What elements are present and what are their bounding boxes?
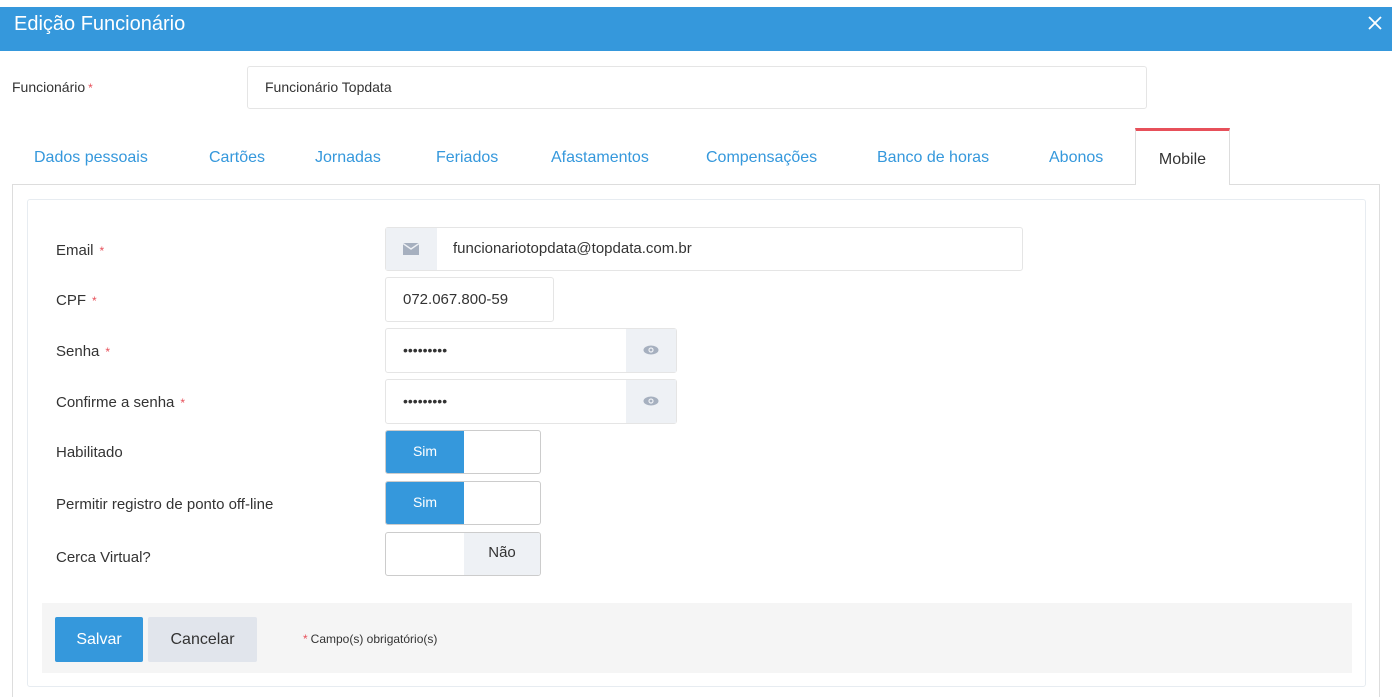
password-input-group: •••••••••: [385, 328, 677, 373]
tab-mobile[interactable]: Mobile: [1135, 128, 1230, 185]
confirm-password-input[interactable]: •••••••••: [403, 380, 447, 423]
tab-banco-de-horas[interactable]: Banco de horas: [877, 128, 989, 185]
modal-title: Edição Funcionário: [14, 13, 186, 35]
password-label: Senha *: [56, 343, 111, 360]
eye-icon[interactable]: [643, 345, 659, 355]
close-icon[interactable]: [1364, 12, 1386, 34]
cpf-input[interactable]: 072.067.800-59: [385, 277, 554, 322]
tab-afastamentos[interactable]: Afastamentos: [551, 128, 649, 185]
tab-abonos[interactable]: Abonos: [1049, 128, 1103, 185]
switch-off-label: Não: [464, 533, 540, 575]
email-label: Email *: [56, 242, 105, 259]
tab-compensacoes[interactable]: Compensações: [706, 128, 817, 185]
employee-field[interactable]: Funcionário Topdata: [247, 66, 1147, 109]
eye-icon[interactable]: [643, 396, 659, 406]
confirm-password-label: Confirme a senha *: [56, 394, 186, 411]
tab-cartoes[interactable]: Cartões: [209, 128, 265, 185]
envelope-icon: [403, 243, 419, 255]
switch-on-label: Sim: [386, 431, 464, 473]
tab-dados-pessoais[interactable]: Dados pessoais: [34, 128, 148, 185]
email-input[interactable]: funcionariotopdata@topdata.com.br: [453, 228, 692, 270]
required-mark: *: [88, 81, 93, 95]
tab-jornadas[interactable]: Jornadas: [315, 128, 381, 185]
confirm-password-toggle[interactable]: [626, 380, 676, 423]
email-addon: [386, 228, 437, 270]
modal-header: Edição Funcionário: [0, 7, 1392, 51]
save-button[interactable]: Salvar: [55, 617, 143, 662]
enabled-switch[interactable]: Sim: [385, 430, 541, 474]
password-toggle[interactable]: [626, 329, 676, 372]
offline-label: Permitir registro de ponto off-line: [56, 496, 274, 513]
switch-on-label: Sim: [386, 482, 464, 524]
employee-label: Funcionário *: [12, 79, 93, 95]
required-note: * Campo(s) obrigatório(s): [303, 632, 438, 646]
geofence-label: Cerca Virtual?: [56, 549, 151, 566]
enabled-label: Habilitado: [56, 444, 123, 461]
cancel-button[interactable]: Cancelar: [148, 617, 257, 662]
form-actions: Salvar Cancelar * Campo(s) obrigatório(s): [42, 603, 1352, 673]
password-input[interactable]: •••••••••: [403, 329, 447, 372]
confirm-password-input-group: •••••••••: [385, 379, 677, 424]
geofence-switch[interactable]: Não: [385, 532, 541, 576]
cpf-label: CPF *: [56, 292, 97, 309]
tab-feriados[interactable]: Feriados: [436, 128, 498, 185]
email-input-group: funcionariotopdata@topdata.com.br: [385, 227, 1023, 271]
offline-switch[interactable]: Sim: [385, 481, 541, 525]
